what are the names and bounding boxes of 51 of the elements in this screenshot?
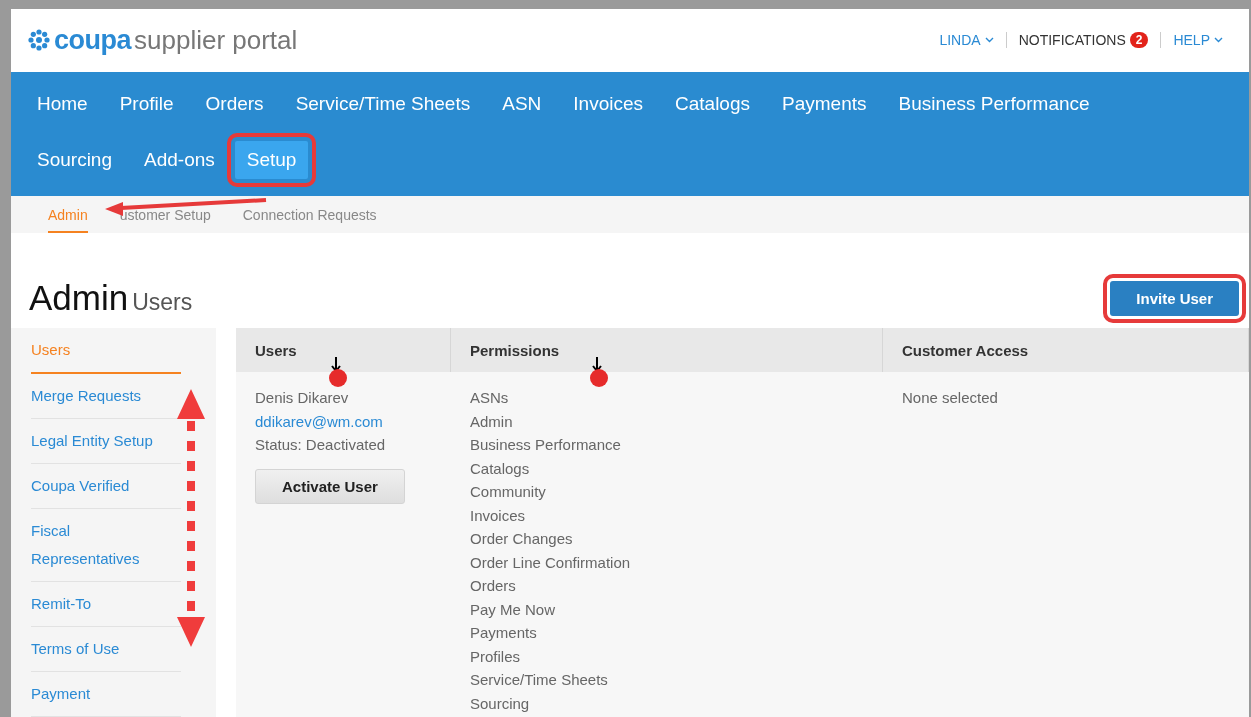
sidebar-item[interactable]: Users xyxy=(31,328,181,374)
nav-tab[interactable]: Catalogs xyxy=(663,84,762,123)
permission-item: Order Line Confirmation xyxy=(470,552,631,573)
permission-item: Invoices xyxy=(470,505,526,526)
permission-item: Payments xyxy=(470,623,537,643)
permission-item: Orders xyxy=(470,576,516,596)
help-menu[interactable]: HELP xyxy=(1160,32,1235,49)
sidebar-item[interactable]: Coupa Verified xyxy=(31,464,181,509)
sidebar-item[interactable]: Fiscal Representatives xyxy=(31,509,181,582)
permission-item: Sourcing xyxy=(470,693,530,714)
sidebar-item[interactable]: Legal Entity Setup xyxy=(31,419,181,464)
notification-count-badge: 2 xyxy=(1129,32,1149,49)
nav-tab[interactable]: Service/Time Sheets xyxy=(283,84,483,123)
chevron-down-icon xyxy=(984,37,994,44)
permission-item: Admin xyxy=(470,411,513,432)
user-menu[interactable]: LINDA xyxy=(927,32,1006,49)
nav-tab[interactable]: Invoices xyxy=(561,84,655,123)
permission-item: ASNs xyxy=(470,388,509,408)
page-title: Admin Users xyxy=(29,278,193,318)
sort-marker-icon xyxy=(590,356,608,387)
sort-marker-icon xyxy=(329,356,347,387)
activate-user-button[interactable]: Activate User xyxy=(255,468,405,504)
coupa-logo[interactable]: coupasupplier portal xyxy=(27,24,298,56)
permission-item: Order Changes xyxy=(470,529,573,549)
nav-tab[interactable]: Orders xyxy=(193,84,276,123)
user-status: Status: Deactivated xyxy=(255,435,386,455)
nav-tab[interactable]: Home xyxy=(25,84,100,123)
nav-tab[interactable]: Profile xyxy=(107,84,186,123)
customer-access-value: None selected xyxy=(902,388,998,408)
nav-tab[interactable]: Sourcing xyxy=(25,140,124,179)
permission-item: Service/Time Sheets xyxy=(470,670,608,690)
nav-tab[interactable]: Payments xyxy=(770,84,879,123)
permission-item: Business Performance xyxy=(470,435,621,455)
notifications-link[interactable]: NOTIFICATIONS 2 xyxy=(1005,32,1161,49)
user-name: Denis Dikarev xyxy=(255,388,349,408)
chevron-down-icon xyxy=(1214,37,1223,44)
permission-item: Catalogs xyxy=(470,458,530,479)
sub-nav-tab[interactable]: ustomer Setup xyxy=(119,196,211,233)
user-email-link[interactable]: ddikarev@wm.com xyxy=(255,409,383,433)
sidebar-item[interactable]: Payment xyxy=(31,672,181,717)
sub-nav-tab[interactable]: Admin xyxy=(48,196,88,233)
sidebar-item[interactable]: Terms of Use xyxy=(31,627,181,672)
sub-nav-tab[interactable]: Connection Requests xyxy=(242,196,377,233)
permission-item: Profiles xyxy=(470,646,521,667)
column-header[interactable]: Customer Access xyxy=(883,328,1249,372)
nav-tab[interactable]: Business Performance xyxy=(886,84,1102,123)
nav-tab[interactable]: ASN xyxy=(490,84,554,123)
permission-item: Community xyxy=(470,482,546,502)
snowflake-logo-icon xyxy=(27,28,51,53)
nav-tab[interactable]: Add-ons xyxy=(132,140,227,179)
permission-item: Pay Me Now xyxy=(470,599,556,620)
